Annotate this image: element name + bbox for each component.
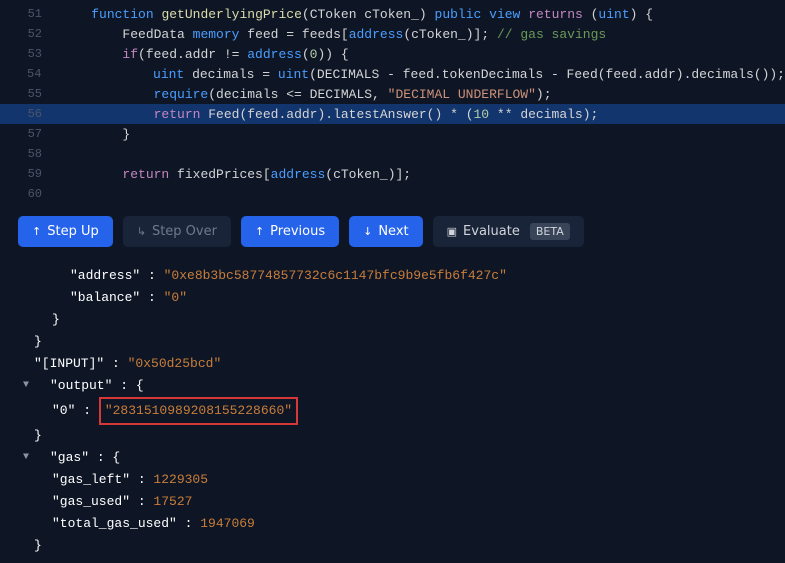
balance-value: "0" [164,287,187,309]
code-line: 53 if(feed.addr != address(0)) { [0,44,785,64]
line-number: 57 [0,127,60,141]
step-over-label: Step Over [152,224,217,239]
code-content: FeedData memory feed = feeds[address(cTo… [60,27,606,42]
output-row: ▼"output" : { [20,375,765,397]
line-number: 56 [0,107,60,121]
arrow-down-icon: ↓ [363,225,372,238]
highlighted-output: "2831510989208155228660" [99,397,298,425]
output-row: } [20,309,765,331]
output-idx: "0" [52,400,75,422]
output-row: "gas_used" : 17527 [20,491,765,513]
output-row: } [20,535,765,557]
gas-used-key: "gas_used" [52,491,130,513]
line-number: 55 [0,87,60,101]
output-row: "address" : "0xe8b3bc58774857732c6c1147b… [20,265,765,287]
address-value: "0xe8b3bc58774857732c6c1147bfc9b9e5fb6f4… [164,265,507,287]
code-line: 57 } [0,124,785,144]
output-row: "balance" : "0" [20,287,765,309]
line-number: 59 [0,167,60,181]
line-number: 60 [0,187,60,201]
line-number: 52 [0,27,60,41]
code-line: 56 return Feed(feed.addr).latestAnswer()… [0,104,785,124]
evaluate-button[interactable]: ▣ Evaluate BETA [433,216,584,247]
code-editor: 51 function getUnderlyingPrice(CToken cT… [0,0,785,204]
debug-toolbar: ↑ Step Up ↳ Step Over ↑ Previous ↓ Next ▣ Eva… [0,204,785,259]
step-up-label: Step Up [47,224,99,239]
code-content: return fixedPrices[address(cToken_)]; [60,167,411,182]
total-gas-key: "total_gas_used" [52,513,177,535]
code-content: function getUnderlyingPrice(CToken cToke… [60,7,653,22]
line-number: 51 [0,7,60,21]
code-content: require(decimals <= DECIMALS, "DECIMAL U… [60,87,552,102]
code-content [60,187,122,202]
code-line: 52 FeedData memory feed = feeds[address(… [0,24,785,44]
output-row: "0" : "2831510989208155228660" [20,397,765,425]
code-content: uint decimals = uint(DECIMALS - feed.tok… [59,67,785,82]
evaluate-label: Evaluate [463,224,520,239]
previous-label: Previous [270,224,325,239]
gas-left-key: "gas_left" [52,469,130,491]
next-label: Next [378,224,408,239]
total-gas-value: 1947069 [200,513,255,535]
code-content: } [60,127,130,142]
output-row: } [20,425,765,447]
code-line: 54 uint decimals = uint(DECIMALS - feed.… [0,64,785,84]
line-number: 54 [0,67,59,81]
code-line: 60 [0,184,785,204]
output-panel: "address" : "0xe8b3bc58774857732c6c1147b… [0,259,785,563]
input-key: "[INPUT]" [34,353,104,375]
balance-key: "balance" [70,287,140,309]
output-row: "total_gas_used" : 1947069 [20,513,765,535]
expand-icon[interactable]: ▼ [20,375,32,397]
output-value: "2831510989208155228660" [105,403,292,418]
arrow-return-icon: ↳ [137,225,146,238]
address-key: "address" [70,265,140,287]
gas-left-value: 1229305 [153,469,208,491]
code-line: 51 function getUnderlyingPrice(CToken cT… [0,4,785,24]
arrow-up-icon: ↑ [255,225,264,238]
output-row: "[INPUT]" : "0x50d25bcd" [20,353,765,375]
beta-badge: BETA [530,223,570,240]
line-number: 58 [0,147,60,161]
arrow-up-icon: ↑ [32,225,41,238]
output-row: } [20,331,765,353]
previous-button[interactable]: ↑ Previous [241,216,339,247]
gas-used-value: 17527 [153,491,192,513]
code-content: if(feed.addr != address(0)) { [60,47,349,62]
step-over-button[interactable]: ↳ Step Over [123,216,231,247]
code-line: 59 return fixedPrices[address(cToken_)]; [0,164,785,184]
output-row: "gas_left" : 1229305 [20,469,765,491]
gas-key: "gas" [50,447,89,469]
code-content: return Feed(feed.addr).latestAnswer() * … [60,107,598,122]
step-up-button[interactable]: ↑ Step Up [18,216,113,247]
next-button[interactable]: ↓ Next [349,216,423,247]
square-icon: ▣ [447,225,457,238]
code-line: 55 require(decimals <= DECIMALS, "DECIMA… [0,84,785,104]
expand-icon[interactable]: ▼ [20,447,32,469]
line-number: 53 [0,47,60,61]
output-key: "output" [50,375,112,397]
output-row: ▼"gas" : { [20,447,765,469]
input-value: "0x50d25bcd" [128,353,222,375]
code-line: 58 [0,144,785,164]
